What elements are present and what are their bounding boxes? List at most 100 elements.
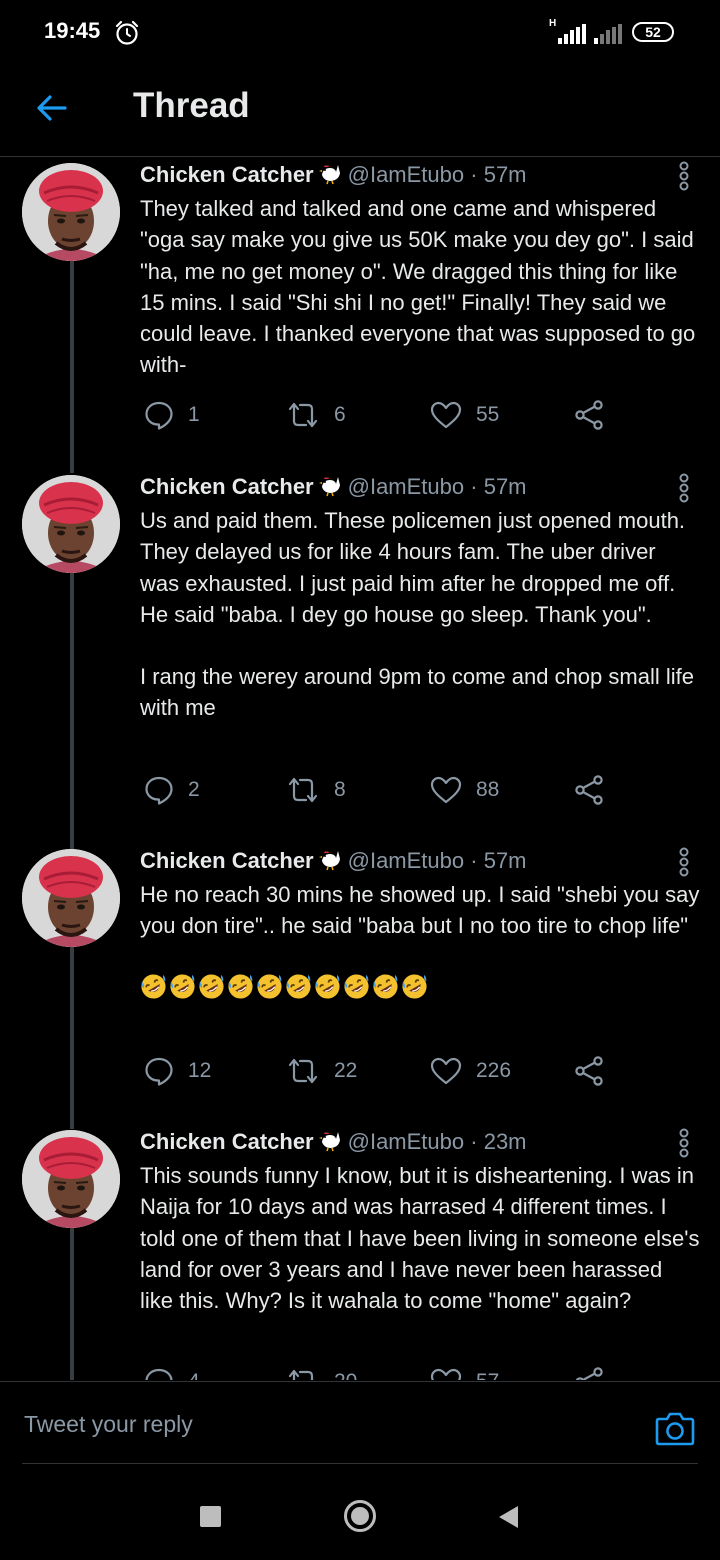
author-handle[interactable]: @IamEtubo: [348, 848, 465, 873]
page-title: Thread: [133, 86, 250, 125]
home-button[interactable]: [343, 1499, 377, 1533]
author-handle[interactable]: @IamEtubo: [348, 162, 465, 187]
battery-level: 52: [645, 24, 661, 40]
author-name[interactable]: Chicken Catcher: [140, 848, 314, 873]
heart-icon: [430, 401, 462, 429]
system-nav-bar: [0, 1464, 720, 1560]
rolling-on-floor-laughing-emoji-icon: [169, 973, 196, 1000]
status-bar: 19:45 H 52: [0, 0, 720, 70]
like-count: 226: [476, 1059, 512, 1082]
retweet-count: 22: [334, 1059, 358, 1082]
tweet-time: 23m: [483, 1129, 527, 1154]
retweet-count: 20: [334, 1370, 357, 1380]
signal-strength-icon: [558, 24, 586, 44]
heart-icon: [430, 1057, 462, 1085]
rolling-on-floor-laughing-emoji-icon: [256, 973, 283, 1000]
tweet-text-paragraph: He no reach 30 mins he showed up. I said…: [140, 882, 700, 939]
reply-button[interactable]: 12: [144, 1055, 211, 1087]
reply-count: 4: [188, 1370, 200, 1380]
tweet-text-paragraph: Us and paid them. These policemen just o…: [140, 508, 686, 627]
reply-count: 2: [188, 778, 200, 801]
tweet-text: They talked and talked and one came and …: [140, 193, 700, 381]
reply-button[interactable]: 2: [144, 774, 200, 806]
more-vertical-icon[interactable]: [674, 473, 694, 503]
retweet-icon: [286, 1057, 320, 1085]
rolling-on-floor-laughing-emoji-icon: [401, 973, 428, 1000]
heart-icon: [430, 1368, 462, 1380]
tweet-actions: 1 6 55: [140, 399, 700, 431]
like-button[interactable]: 226: [430, 1055, 511, 1087]
like-button[interactable]: 88: [430, 774, 499, 806]
more-vertical-icon[interactable]: [674, 161, 694, 191]
retweet-count: 6: [334, 403, 346, 426]
tweet-time: 57m: [483, 162, 527, 187]
author-name[interactable]: Chicken Catcher: [140, 162, 314, 187]
tweet[interactable]: Chicken Catcher @IamEtubo · 23m This soun…: [0, 1124, 720, 1380]
retweet-button[interactable]: 8: [286, 774, 346, 806]
author-name[interactable]: Chicken Catcher: [140, 1129, 314, 1154]
like-button[interactable]: 55: [430, 399, 499, 431]
recent-apps-button[interactable]: [200, 1506, 221, 1527]
separator-dot: ·: [470, 162, 478, 187]
speech-bubble-icon: [144, 400, 174, 430]
author-name[interactable]: Chicken Catcher: [140, 474, 314, 499]
share-button[interactable]: [574, 399, 604, 431]
reply-button[interactable]: 1: [144, 399, 200, 431]
tweet-actions: 12 22 226: [140, 1055, 700, 1087]
retweet-button[interactable]: 20: [286, 1366, 357, 1380]
thread-list[interactable]: Chicken Catcher @IamEtubo · 57m They talk…: [0, 157, 720, 1380]
share-icon: [574, 1056, 604, 1086]
reply-input[interactable]: [22, 1398, 626, 1450]
emoji-row: [140, 973, 700, 1000]
like-count: 57: [476, 1370, 499, 1380]
avatar[interactable]: [22, 163, 120, 261]
status-time: 19:45: [44, 18, 101, 43]
reply-button[interactable]: 4: [144, 1366, 200, 1380]
retweet-icon: [286, 1368, 320, 1380]
rolling-on-floor-laughing-emoji-icon: [343, 973, 370, 1000]
speech-bubble-icon: [144, 1367, 174, 1380]
rooster-emoji-icon: [318, 161, 342, 185]
tweet-header: Chicken Catcher @IamEtubo · 57m: [140, 847, 527, 875]
share-icon: [574, 775, 604, 805]
tweet-text: He no reach 30 mins he showed up. I said…: [140, 879, 700, 1000]
tweet[interactable]: Chicken Catcher @IamEtubo · 57m He no rea…: [0, 843, 720, 1124]
tweet[interactable]: Chicken Catcher @IamEtubo · 57m Us and pa…: [0, 469, 720, 843]
share-button[interactable]: [574, 1366, 604, 1380]
share-icon: [574, 400, 604, 430]
retweet-count: 8: [334, 778, 346, 801]
camera-icon[interactable]: [655, 1410, 695, 1446]
tweet-text-paragraph: This sounds funny I know, but it is dish…: [140, 1163, 700, 1314]
rolling-on-floor-laughing-emoji-icon: [227, 973, 254, 1000]
rooster-emoji-icon: [318, 1128, 342, 1152]
share-button[interactable]: [574, 1055, 604, 1087]
signal-strength-secondary-icon: [594, 24, 622, 44]
like-count: 55: [476, 403, 500, 426]
retweet-button[interactable]: 6: [286, 399, 346, 431]
more-vertical-icon[interactable]: [674, 847, 694, 877]
tweet-header: Chicken Catcher @IamEtubo · 57m: [140, 161, 527, 189]
tweet-text: Us and paid them. These policemen just o…: [140, 505, 700, 724]
separator-dot: ·: [470, 474, 478, 499]
more-vertical-icon[interactable]: [674, 1128, 694, 1158]
speech-bubble-icon: [144, 775, 174, 805]
back-button[interactable]: [496, 1504, 520, 1530]
rolling-on-floor-laughing-emoji-icon: [285, 973, 312, 1000]
avatar[interactable]: [22, 475, 120, 573]
rolling-on-floor-laughing-emoji-icon: [372, 973, 399, 1000]
author-handle[interactable]: @IamEtubo: [348, 1129, 465, 1154]
arrow-left-icon[interactable]: [34, 90, 70, 126]
retweet-button[interactable]: 22: [286, 1055, 357, 1087]
share-icon: [574, 1367, 604, 1380]
tweet[interactable]: Chicken Catcher @IamEtubo · 57m They talk…: [0, 157, 720, 469]
tweet-time: 57m: [483, 474, 527, 499]
avatar[interactable]: [22, 849, 120, 947]
like-button[interactable]: 57: [430, 1366, 499, 1380]
author-handle[interactable]: @IamEtubo: [348, 474, 465, 499]
separator-dot: ·: [470, 1129, 478, 1154]
like-count: 88: [476, 778, 500, 801]
share-button[interactable]: [574, 774, 604, 806]
tweet-actions: 4 20 57: [140, 1366, 700, 1380]
network-type-label: H: [549, 18, 557, 29]
avatar[interactable]: [22, 1130, 120, 1228]
